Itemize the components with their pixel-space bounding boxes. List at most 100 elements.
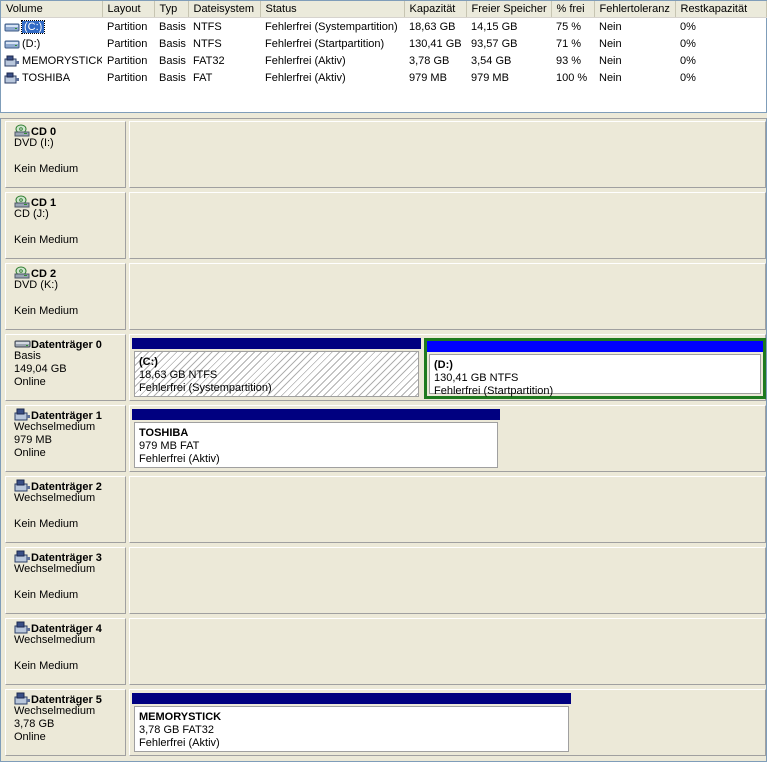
disk-size: 149,04 GB — [14, 363, 67, 375]
disk-status: Online — [14, 376, 46, 388]
disk-status: Kein Medium — [14, 589, 79, 601]
disk-title: CD 1 — [14, 195, 125, 209]
column-header-fault-tolerance[interactable]: Fehlertoleranz — [594, 1, 676, 18]
partition-status: Fehlerfrei (Aktiv) — [139, 737, 220, 749]
column-header-free-space[interactable]: Freier Speicher — [466, 1, 552, 18]
partition-name: (D:) — [434, 359, 453, 371]
cell-free-space: 979 MB — [471, 71, 509, 84]
disk-status: Online — [14, 447, 46, 459]
disk-status: Kein Medium — [14, 518, 79, 530]
partition-block[interactable]: (C:) 18,63 GB NTFS Fehlerfrei (Systemparti… — [132, 338, 421, 399]
column-header-capacity[interactable]: Kapazität — [404, 1, 467, 18]
disk-type: CD (J:) — [14, 208, 49, 220]
disk-status: Kein Medium — [14, 305, 79, 317]
disk-graphical-pane: CD 0 DVD (I:) Kein Medium CD 1 CD (J:) Kein M… — [0, 118, 767, 762]
cd-drive-icon — [14, 266, 31, 279]
disk-partition-area: (C:) 18,63 GB NTFS Fehlerfrei (Systemparti… — [129, 334, 766, 401]
column-header-layout[interactable]: Layout — [102, 1, 155, 18]
disk-title: Datenträger 2 — [14, 479, 125, 493]
volume-row[interactable]: MEMORYSTICK Partition Basis FAT32 Fehlerfrei… — [1, 52, 766, 69]
cell-filesystem: NTFS — [193, 20, 222, 33]
cell-layout: Partition — [107, 71, 148, 84]
cell-status: Fehlerfrei (Systempartition) — [265, 20, 398, 33]
cell-fault-tolerance: Nein — [599, 71, 622, 84]
disk-row: CD 1 CD (J:) Kein Medium — [5, 192, 766, 261]
cell-volume-name: (D:) — [1, 35, 102, 52]
partition-size: 130,41 GB NTFS — [434, 372, 519, 384]
disk-row: Datenträger 3 Wechselmedium Kein Medium — [5, 547, 766, 616]
cell-status: Fehlerfrei (Aktiv) — [265, 54, 346, 67]
partition-body: TOSHIBA 979 MB FAT Fehlerfrei (Aktiv) — [134, 422, 498, 468]
partition-size: 979 MB FAT — [139, 440, 200, 452]
partition-header-bar — [132, 338, 421, 349]
cd-drive-icon — [14, 195, 31, 208]
column-header-filesystem[interactable]: Dateisystem — [188, 1, 261, 18]
partition-block[interactable]: TOSHIBA 979 MB FAT Fehlerfrei (Aktiv) — [132, 409, 500, 470]
column-header-percent-free[interactable]: % frei — [551, 1, 595, 18]
volume-row[interactable]: (C:) Partition Basis NTFS Fehlerfrei (System… — [1, 18, 766, 36]
disk-row: Datenträger 5 Wechselmedium 3,78 GB Online M… — [5, 689, 766, 758]
disk-title: CD 0 — [14, 124, 125, 138]
partition-name: MEMORYSTICK — [139, 711, 222, 723]
volume-name-label: (D:) — [22, 37, 41, 50]
removable-disk-icon — [14, 479, 31, 492]
disk-label[interactable]: CD 1 CD (J:) Kein Medium — [5, 192, 126, 259]
disk-title: Datenträger 5 — [14, 692, 125, 706]
volume-row[interactable]: (D:) Partition Basis NTFS Fehlerfrei (Startp… — [1, 35, 766, 52]
disk-label[interactable]: CD 2 DVD (K:) Kein Medium — [5, 263, 126, 330]
volume-row[interactable]: TOSHIBA Partition Basis FAT Fehlerfrei (Akti… — [1, 69, 766, 86]
column-header-status[interactable]: Status — [260, 1, 405, 18]
removable-drive-icon — [4, 55, 20, 67]
column-header-type[interactable]: Typ — [154, 1, 189, 18]
partition-status: Fehlerfrei (Systempartition) — [139, 382, 272, 394]
disk-status: Kein Medium — [14, 163, 79, 175]
disk-title: CD 2 — [14, 266, 125, 280]
cell-capacity: 130,41 GB — [409, 37, 462, 50]
disk-label[interactable]: Datenträger 2 Wechselmedium Kein Medium — [5, 476, 126, 543]
removable-disk-icon — [14, 621, 31, 634]
disk-status: Online — [14, 731, 46, 743]
disk-title: Datenträger 1 — [14, 408, 125, 422]
disk-type: DVD (K:) — [14, 279, 58, 291]
cell-free-space: 3,54 GB — [471, 54, 512, 67]
disk-type: Wechselmedium — [14, 634, 96, 646]
cd-drive-icon — [14, 124, 31, 137]
partition-status: Fehlerfrei (Startpartition) — [434, 385, 554, 397]
disk-label[interactable]: Datenträger 1 Wechselmedium 979 MB Online — [5, 405, 126, 472]
disk-label[interactable]: Datenträger 0 Basis 149,04 GB Online — [5, 334, 126, 401]
partition-status: Fehlerfrei (Aktiv) — [139, 453, 220, 465]
cell-layout: Partition — [107, 54, 148, 67]
disk-type: Wechselmedium — [14, 563, 96, 575]
cell-fault-tolerance: Nein — [599, 20, 622, 33]
disk-status: Kein Medium — [14, 660, 79, 672]
disk-label[interactable]: Datenträger 5 Wechselmedium 3,78 GB Online — [5, 689, 126, 756]
disk-label[interactable]: Datenträger 4 Wechselmedium Kein Medium — [5, 618, 126, 685]
removable-drive-icon — [4, 72, 20, 84]
column-header-volume[interactable]: Volume — [1, 1, 103, 18]
disk-row: Datenträger 4 Wechselmedium Kein Medium — [5, 618, 766, 687]
removable-disk-icon — [14, 550, 31, 563]
cell-type: Basis — [159, 54, 186, 67]
cell-volume-name: (C:) — [1, 18, 102, 36]
cell-percent-free: 71 % — [556, 37, 582, 50]
cell-fault-tolerance: Nein — [599, 37, 622, 50]
hard-drive-icon — [4, 21, 20, 33]
hard-drive-icon — [4, 38, 20, 50]
disk-partition-area — [129, 192, 766, 259]
column-header-overhead[interactable]: Restkapazität — [675, 1, 767, 18]
disk-label[interactable]: CD 0 DVD (I:) Kein Medium — [5, 121, 126, 188]
disk-label[interactable]: Datenträger 3 Wechselmedium Kein Medium — [5, 547, 126, 614]
partition-header-bar — [427, 341, 763, 352]
removable-disk-icon — [14, 692, 31, 705]
partition-name: (C:) — [139, 356, 158, 368]
cell-status: Fehlerfrei (Startpartition) — [265, 37, 385, 50]
disk-size: 3,78 GB — [14, 718, 55, 730]
partition-body: (C:) 18,63 GB NTFS Fehlerfrei (Systemparti… — [134, 351, 419, 397]
disk-title: Datenträger 4 — [14, 621, 125, 635]
cell-overhead: 0% — [680, 54, 696, 67]
partition-block[interactable]: (D:) 130,41 GB NTFS Fehlerfrei (Startparti… — [424, 338, 766, 399]
cell-layout: Partition — [107, 37, 148, 50]
disk-partition-area: MEMORYSTICK 3,78 GB FAT32 Fehlerfrei (Akti… — [129, 689, 766, 756]
volume-name-label: MEMORYSTICK — [22, 54, 102, 67]
partition-block[interactable]: MEMORYSTICK 3,78 GB FAT32 Fehlerfrei (Akti… — [132, 693, 571, 754]
